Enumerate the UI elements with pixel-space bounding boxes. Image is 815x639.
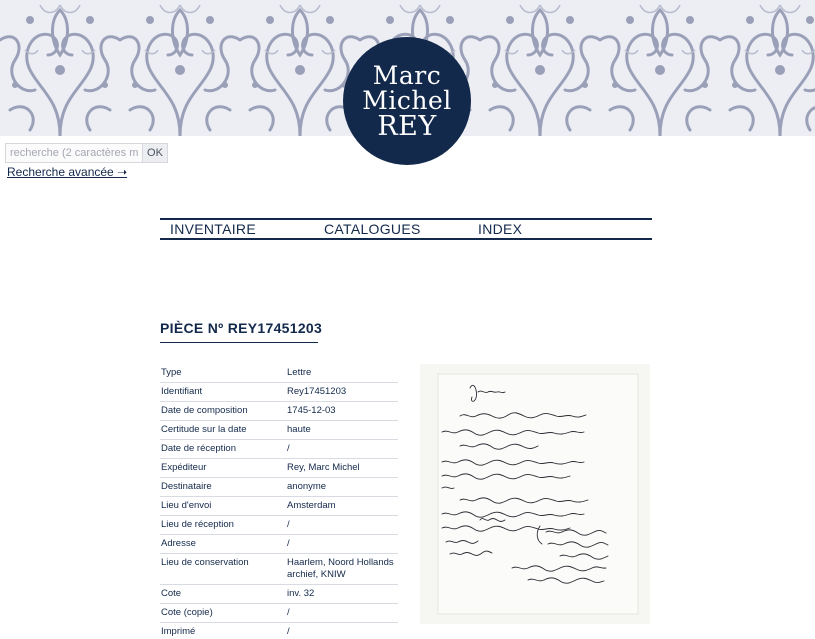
field-value: Rey17451203	[287, 382, 398, 402]
main-nav: INVENTAIRE CATALOGUES INDEX	[160, 218, 652, 240]
field-label: Destinataire	[160, 477, 287, 497]
table-row: Type Lettre	[160, 364, 398, 383]
search-input[interactable]	[5, 143, 143, 163]
advanced-search-link[interactable]: Recherche avancée ➝	[7, 165, 127, 179]
table-row: Lieu de réception /	[160, 515, 398, 535]
field-label: Adresse	[160, 534, 287, 554]
table-row: Destinataire anonyme	[160, 477, 398, 497]
logo-line-2: Michel	[362, 86, 452, 115]
field-label: Date de réception	[160, 439, 287, 459]
table-row: Date de composition 1745-12-03	[160, 401, 398, 421]
field-label: Imprimé	[160, 622, 287, 639]
table-row: Expéditeur Rey, Marc Michel	[160, 458, 398, 478]
table-row: Cote (copie) /	[160, 603, 398, 623]
table-row: Imprimé /	[160, 622, 398, 639]
search-form: OK	[5, 143, 168, 163]
field-label: Identifiant	[160, 382, 287, 402]
page-title: PIÈCE Nº REY17451203	[160, 320, 322, 343]
site-logo[interactable]: Marc Michel REY	[343, 37, 471, 165]
field-value: haute	[287, 420, 398, 440]
field-label: Cote	[160, 584, 287, 604]
field-value: anonyme	[287, 477, 398, 497]
logo-line-1: Marc	[372, 61, 442, 90]
field-label: Lieu de réception	[160, 515, 287, 535]
table-row: Cote inv. 32	[160, 584, 398, 604]
table-row: Identifiant Rey17451203	[160, 382, 398, 402]
field-value: /	[287, 515, 398, 535]
field-value: inv. 32	[287, 584, 398, 604]
field-value: Haarlem, Noord Hollands archief, KNIW	[287, 553, 398, 585]
field-value: /	[287, 622, 398, 639]
field-label: Cote (copie)	[160, 603, 287, 623]
table-row: Lieu d'envoi Amsterdam	[160, 496, 398, 516]
field-value: /	[287, 603, 398, 623]
nav-item-index[interactable]: INDEX	[478, 221, 522, 237]
field-label: Type	[160, 364, 287, 383]
field-value: Rey, Marc Michel	[287, 458, 398, 478]
field-value: 1745-12-03	[287, 401, 398, 421]
metadata-table: Type Lettre Identifiant Rey17451203 Date d…	[160, 364, 398, 639]
table-row: Certitude sur la date haute	[160, 420, 398, 440]
field-label: Expéditeur	[160, 458, 287, 478]
field-label: Date de composition	[160, 401, 287, 421]
field-value: Lettre	[287, 364, 398, 383]
table-row: Date de réception /	[160, 439, 398, 459]
logo-line-3: REY	[377, 111, 437, 142]
nav-item-catalogues[interactable]: CATALOGUES	[324, 221, 478, 237]
manuscript-scan	[420, 364, 650, 624]
field-value: /	[287, 439, 398, 459]
letter-facsimile-image[interactable]	[420, 364, 650, 624]
field-value: Amsterdam	[287, 496, 398, 516]
nav-item-inventaire[interactable]: INVENTAIRE	[170, 221, 324, 237]
field-label: Lieu d'envoi	[160, 496, 287, 516]
field-value: /	[287, 534, 398, 554]
field-label: Lieu de conservation	[160, 553, 287, 585]
table-row: Adresse /	[160, 534, 398, 554]
field-label: Certitude sur la date	[160, 420, 287, 440]
table-row: Lieu de conservation Haarlem, Noord Holla…	[160, 553, 398, 585]
search-submit-button[interactable]: OK	[143, 143, 168, 163]
